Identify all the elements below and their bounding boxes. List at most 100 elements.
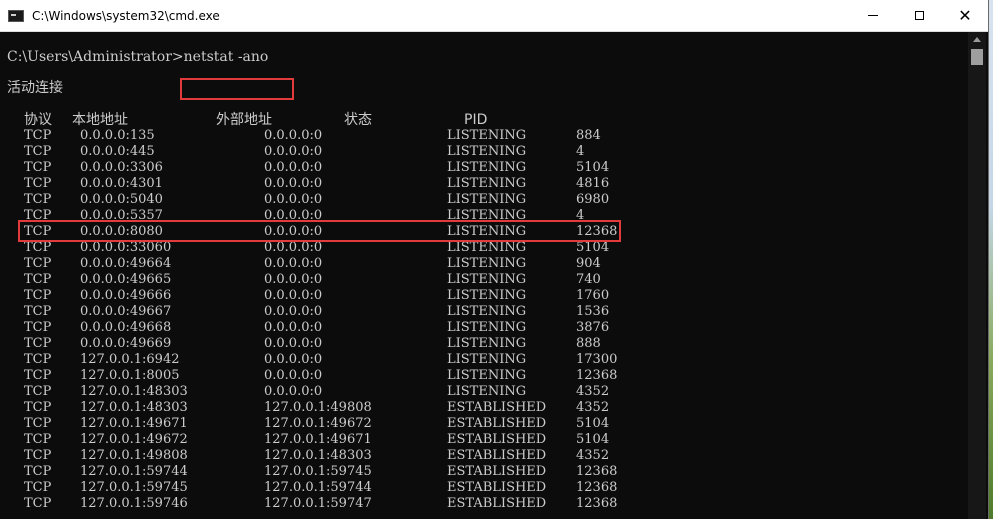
cell-pid: 4352 <box>576 384 610 399</box>
cell-foreign: 127.0.0.1:49671 <box>264 432 372 447</box>
cell-pid: 4 <box>576 144 585 159</box>
title-bar[interactable]: C:\Windows\system32\cmd.exe ✕ <box>0 0 988 32</box>
cell-state: LISTENING <box>447 144 527 159</box>
cell-proto: TCP <box>24 352 52 367</box>
cell-state: LISTENING <box>447 128 527 143</box>
prompt-path: C:\Users\Administrator> <box>7 49 184 65</box>
cell-proto: TCP <box>24 416 52 431</box>
cell-proto: TCP <box>24 400 52 415</box>
cell-foreign: 127.0.0.1:59747 <box>264 496 372 511</box>
cell-proto: TCP <box>24 304 52 319</box>
cell-local: 127.0.0.1:59746 <box>80 496 188 511</box>
cell-pid: 12368 <box>576 464 618 479</box>
cell-foreign: 0.0.0.0:0 <box>264 144 323 159</box>
cell-local: 0.0.0.0:49665 <box>80 272 172 287</box>
cell-local: 127.0.0.1:49671 <box>80 416 188 431</box>
column-header-proto: 协议 <box>24 112 52 128</box>
cell-pid: 888 <box>576 336 601 351</box>
cell-state: ESTABLISHED <box>447 432 547 447</box>
cell-foreign: 0.0.0.0:0 <box>264 336 323 351</box>
cell-proto: TCP <box>24 192 52 207</box>
cell-foreign: 0.0.0.0:0 <box>264 160 323 175</box>
cell-pid: 12368 <box>576 496 618 511</box>
cell-foreign: 0.0.0.0:0 <box>264 176 323 191</box>
cell-local: 127.0.0.1:48303 <box>80 384 188 399</box>
cell-local: 127.0.0.1:48303 <box>80 400 188 415</box>
cell-pid: 884 <box>576 128 601 143</box>
cell-state: LISTENING <box>447 320 527 335</box>
cell-local: 0.0.0.0:49669 <box>80 336 172 351</box>
cell-proto: TCP <box>24 288 52 303</box>
cell-foreign: 0.0.0.0:0 <box>264 384 323 399</box>
cell-state: LISTENING <box>447 384 527 399</box>
column-header-foreign: 外部地址 <box>216 112 272 128</box>
cell-foreign: 127.0.0.1:48303 <box>264 448 372 463</box>
cell-pid: 5104 <box>576 432 610 447</box>
cell-proto: TCP <box>24 480 52 495</box>
cell-proto: TCP <box>24 384 52 399</box>
vertical-scrollbar[interactable] <box>968 32 986 519</box>
cell-proto: TCP <box>24 256 52 271</box>
arrow-up-icon <box>973 36 981 42</box>
close-icon: ✕ <box>958 5 972 25</box>
cell-state: LISTENING <box>447 304 527 319</box>
scroll-up-button[interactable] <box>968 32 986 46</box>
maximize-icon <box>914 11 924 20</box>
maximize-button[interactable] <box>896 0 942 31</box>
cell-state: LISTENING <box>447 176 527 191</box>
cell-local: 0.0.0.0:49668 <box>80 320 172 335</box>
cell-proto: TCP <box>24 432 52 447</box>
cell-proto: TCP <box>24 320 52 335</box>
cell-foreign: 0.0.0.0:0 <box>264 368 323 383</box>
cell-pid: 4352 <box>576 448 610 463</box>
cell-foreign: 0.0.0.0:0 <box>264 304 323 319</box>
cell-state: ESTABLISHED <box>447 400 547 415</box>
cell-state: ESTABLISHED <box>447 464 547 479</box>
scroll-thumb[interactable] <box>971 49 983 65</box>
console-output[interactable]: C:\Users\Administrator>netstat -ano 活动连接… <box>0 32 968 519</box>
cell-local: 0.0.0.0:5040 <box>80 192 163 207</box>
cell-local: 127.0.0.1:8005 <box>80 368 180 383</box>
cell-proto: TCP <box>24 464 52 479</box>
command-highlight-box <box>180 78 294 100</box>
cell-pid: 4816 <box>576 176 610 191</box>
cell-foreign: 0.0.0.0:0 <box>264 288 323 303</box>
cell-local: 0.0.0.0:135 <box>80 128 155 143</box>
cell-foreign: 0.0.0.0:0 <box>264 192 323 207</box>
cell-proto: TCP <box>24 496 52 511</box>
cell-foreign: 0.0.0.0:0 <box>264 128 323 143</box>
cell-state: ESTABLISHED <box>447 448 547 463</box>
cell-local: 0.0.0.0:49667 <box>80 304 172 319</box>
column-header-state: 状态 <box>344 112 372 128</box>
cell-proto: TCP <box>24 448 52 463</box>
cell-proto: TCP <box>24 272 52 287</box>
cell-proto: TCP <box>24 128 52 143</box>
cell-local: 0.0.0.0:49666 <box>80 288 172 303</box>
window-title: C:\Windows\system32\cmd.exe <box>32 8 220 23</box>
cell-local: 0.0.0.0:3306 <box>80 160 163 175</box>
cmd-icon <box>8 9 24 22</box>
cell-pid: 1536 <box>576 304 610 319</box>
cell-state: LISTENING <box>447 288 527 303</box>
cell-foreign: 0.0.0.0:0 <box>264 240 323 255</box>
cell-pid: 17300 <box>576 352 618 367</box>
minimize-button[interactable] <box>850 0 896 31</box>
cell-state: ESTABLISHED <box>447 416 547 431</box>
cell-state: ESTABLISHED <box>447 496 547 511</box>
cell-proto: TCP <box>24 240 52 255</box>
cell-local: 127.0.0.1:49672 <box>80 432 188 447</box>
cell-pid: 12368 <box>576 368 618 383</box>
cell-pid: 4352 <box>576 400 610 415</box>
typed-command: netstat -ano <box>183 49 269 65</box>
cell-foreign: 127.0.0.1:49672 <box>264 416 372 431</box>
cell-local: 127.0.0.1:49808 <box>80 448 188 463</box>
cell-pid: 5104 <box>576 240 610 255</box>
cell-pid: 1760 <box>576 288 610 303</box>
close-button[interactable]: ✕ <box>942 0 988 31</box>
prompt-line: C:\Users\Administrator>netstat -ano <box>7 49 268 65</box>
cell-proto: TCP <box>24 144 52 159</box>
section-title: 活动连接 <box>7 80 63 96</box>
column-header-local: 本地地址 <box>72 112 128 128</box>
cell-state: LISTENING <box>447 160 527 175</box>
cmd-window[interactable]: C:\Windows\system32\cmd.exe ✕ C:\Users\A… <box>0 0 989 519</box>
